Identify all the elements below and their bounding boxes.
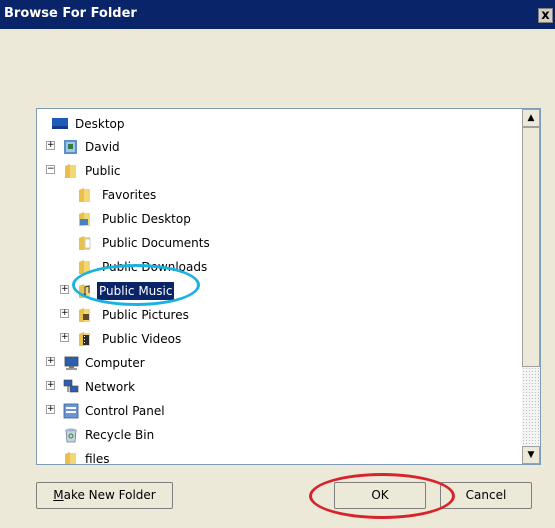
expand-toggle[interactable]: +	[60, 333, 69, 342]
tree-item-label: Desktop	[75, 117, 125, 131]
tree-item-label: Public	[85, 164, 121, 178]
title-bar: Browse For Folder x	[0, 0, 555, 29]
folder-icon	[79, 260, 90, 274]
expand-toggle[interactable]: +	[46, 381, 55, 390]
desktop-folder-icon	[79, 212, 90, 226]
browse-for-folder-dialog: Browse For Folder x Desktop + David − Pu…	[0, 0, 555, 528]
expand-toggle[interactable]: +	[60, 309, 69, 318]
tree-item-label: Public Downloads	[102, 260, 208, 274]
tree-item-label: Favorites	[102, 188, 157, 202]
videos-folder-icon	[79, 332, 90, 346]
pictures-folder-icon	[79, 308, 90, 322]
folder-tree-view[interactable]: Desktop + David − Public Favorites Publi…	[36, 108, 541, 465]
window-title: Browse For Folder	[4, 6, 137, 21]
folder-icon	[65, 164, 76, 178]
folder-icon	[79, 188, 90, 202]
make-new-folder-button[interactable]: Make New Folder	[36, 482, 173, 509]
scroll-up-button[interactable]: ▲	[522, 109, 540, 127]
documents-folder-icon	[79, 236, 91, 250]
music-folder-icon	[79, 284, 90, 298]
mnemonic-letter: M	[53, 488, 64, 502]
tree-item-label: Public Pictures	[102, 308, 189, 322]
expand-toggle[interactable]: +	[46, 357, 55, 366]
cancel-button[interactable]: Cancel	[440, 482, 532, 509]
expand-toggle[interactable]: +	[60, 285, 69, 294]
expand-toggle[interactable]: −	[46, 165, 55, 174]
vertical-scrollbar[interactable]: ▲ ▼	[522, 109, 540, 464]
scroll-thumb[interactable]	[522, 127, 540, 367]
computer-icon	[64, 356, 79, 370]
tree-item-label: Public Videos	[102, 332, 182, 346]
tree-item-label: David	[85, 140, 120, 154]
close-button[interactable]: x	[538, 8, 553, 23]
user-folder-icon	[64, 140, 77, 154]
control-panel-icon	[63, 403, 79, 419]
tree-item-label: Public Documents	[102, 236, 210, 250]
tree-item-label: Public Desktop	[102, 212, 191, 226]
tree-item-label: Control Panel	[85, 404, 165, 418]
folder-icon	[65, 452, 76, 464]
scroll-down-button[interactable]: ▼	[522, 446, 540, 464]
ok-button[interactable]: OK	[334, 482, 426, 509]
network-icon	[63, 379, 79, 393]
tree-item-label: Network	[85, 380, 136, 394]
button-label: ake New Folder	[63, 488, 156, 502]
tree-item-label: Recycle Bin	[85, 428, 155, 442]
scroll-track[interactable]	[522, 367, 540, 446]
recycle-bin-icon	[65, 428, 77, 443]
desktop-icon	[52, 118, 68, 129]
tree-item-label: Public Music	[97, 282, 175, 300]
folder-tree: Desktop + David − Public Favorites Publi…	[37, 109, 517, 464]
tree-item-label: files	[85, 452, 110, 465]
tree-item-label: Computer	[85, 356, 145, 370]
expand-toggle[interactable]: +	[46, 405, 55, 414]
expand-toggle[interactable]: +	[46, 141, 55, 150]
